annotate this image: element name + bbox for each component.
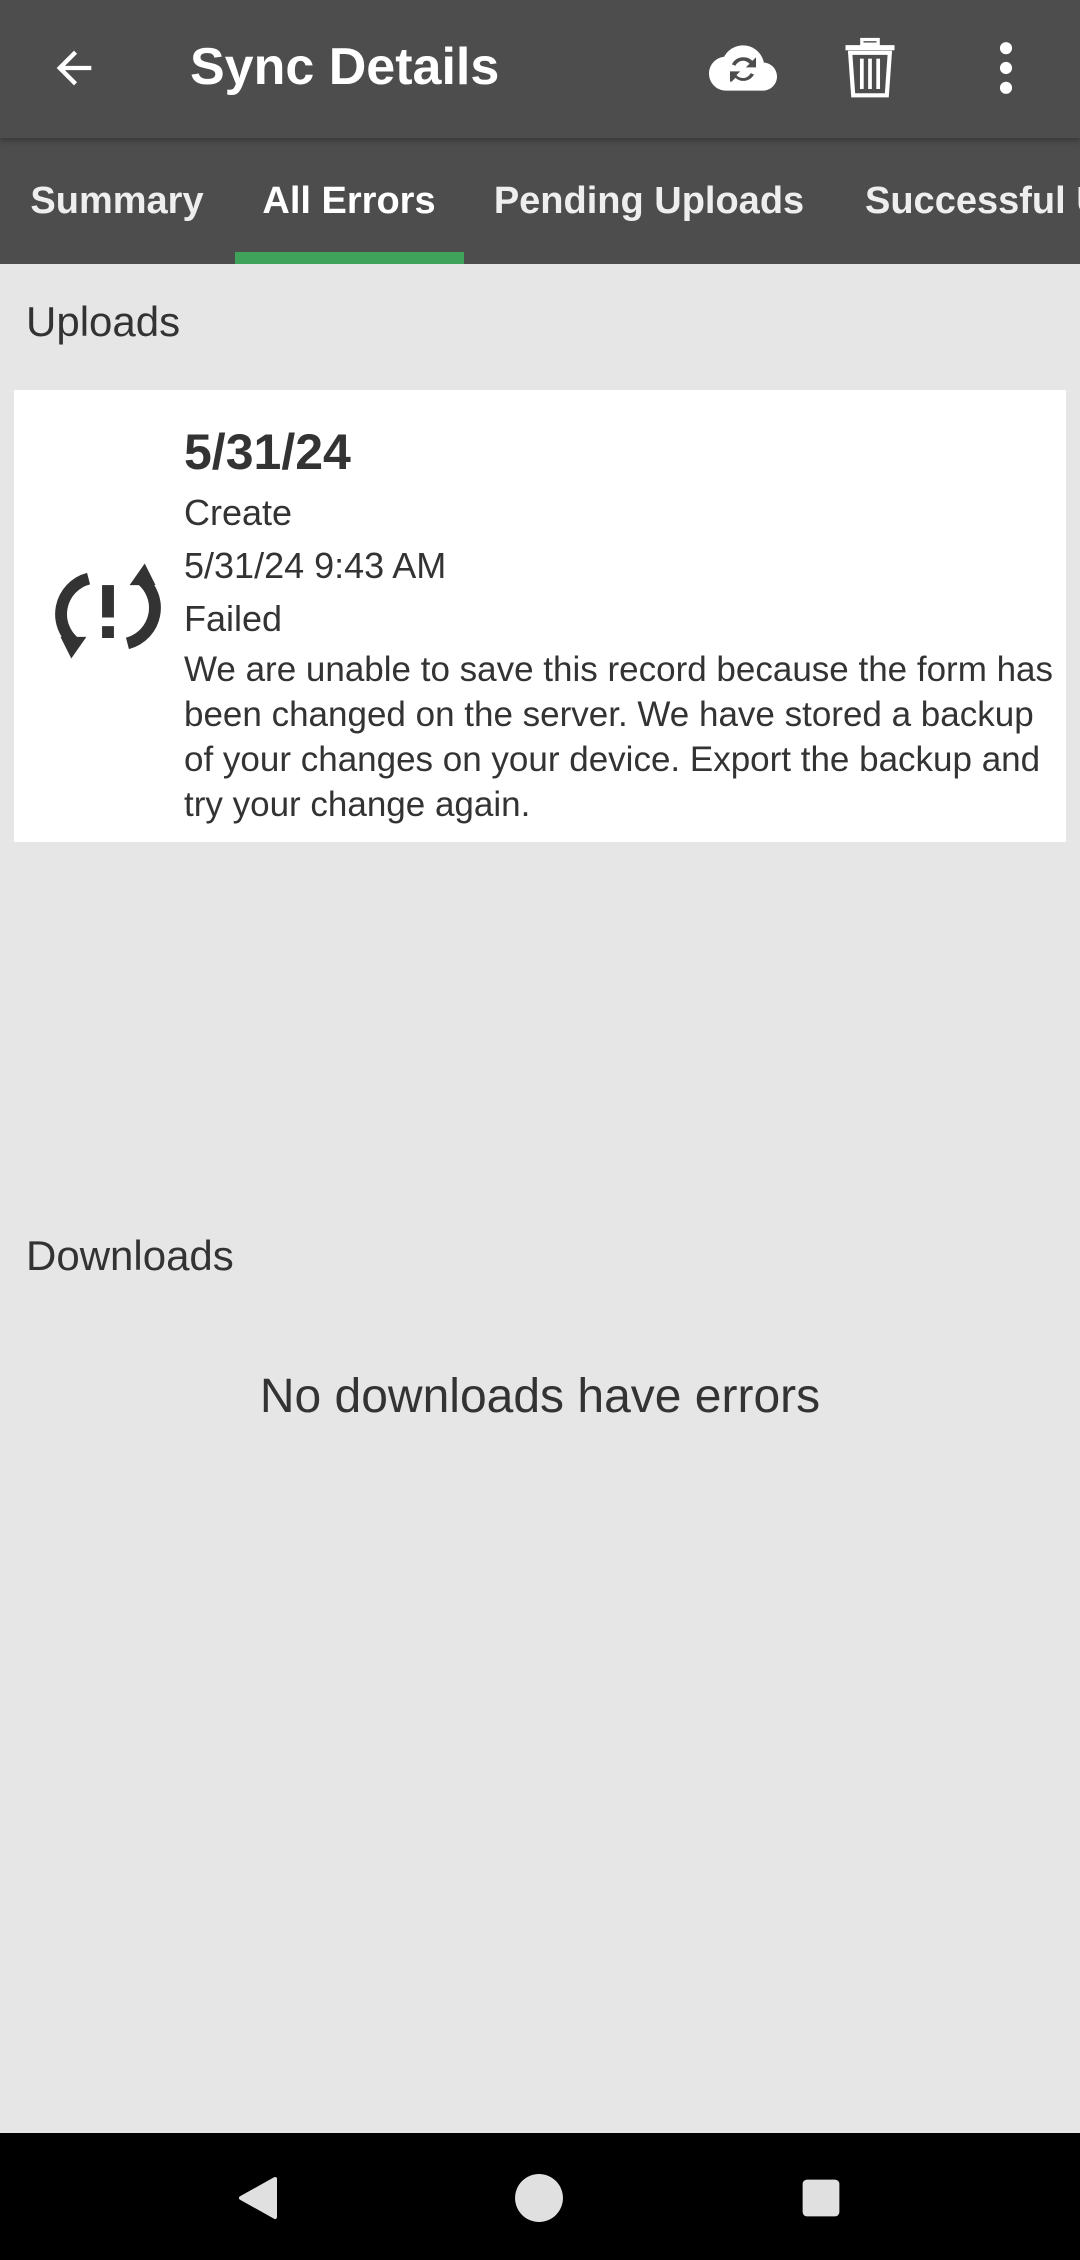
nav-home-icon (515, 2174, 563, 2222)
downloads-section-header: Downloads (26, 1232, 234, 1279)
nav-home-button[interactable] (494, 2153, 584, 2243)
downloads-empty-message: No downloads have errors (259, 1370, 821, 1423)
trash-icon (845, 37, 895, 98)
upload-error-details: 5/31/24 Create 5/31/24 9:43 AM Failed We… (184, 420, 1054, 827)
record-status: Failed (184, 598, 283, 639)
selected-tab-indicator (235, 252, 464, 264)
back-button[interactable] (36, 30, 112, 106)
tab-all-errors[interactable]: All Errors (234, 138, 464, 264)
nav-recents-button[interactable] (776, 2153, 866, 2243)
tab-summary[interactable]: Summary (0, 138, 234, 264)
nav-back-button[interactable] (212, 2153, 302, 2243)
cloud-sync-icon (709, 45, 777, 91)
page-title: Sync Details (190, 38, 500, 96)
nav-recents-icon (802, 2179, 840, 2217)
record-date: 5/31/24 (184, 424, 351, 480)
app-bar: Sync Details (0, 0, 1080, 138)
upload-error-item[interactable]: 5/31/24 Create 5/31/24 9:43 AM Failed We… (14, 390, 1066, 842)
nav-back-icon (239, 2177, 277, 2219)
sync-details-screen: Sync Details Summary All Errors Pending … (0, 0, 1080, 2260)
tab-successful-uploads[interactable]: Successful U (834, 138, 1080, 264)
record-timestamp: 5/31/24 9:43 AM (184, 545, 447, 586)
sync-error-icon (38, 555, 178, 667)
arrow-left-icon (56, 50, 92, 86)
sync-button[interactable] (705, 30, 781, 106)
tab-pending-uploads[interactable]: Pending Uploads (464, 138, 834, 264)
more-vert-icon (999, 42, 1013, 94)
error-message: We are unable to save this record becaus… (184, 650, 1054, 824)
delete-button[interactable] (832, 30, 908, 106)
record-action: Create (184, 492, 293, 533)
uploads-section-header: Uploads (26, 298, 181, 345)
more-options-button[interactable] (968, 30, 1044, 106)
system-nav-bar (0, 2133, 1080, 2260)
tab-bar: Summary All Errors Pending Uploads Succe… (0, 138, 1080, 264)
